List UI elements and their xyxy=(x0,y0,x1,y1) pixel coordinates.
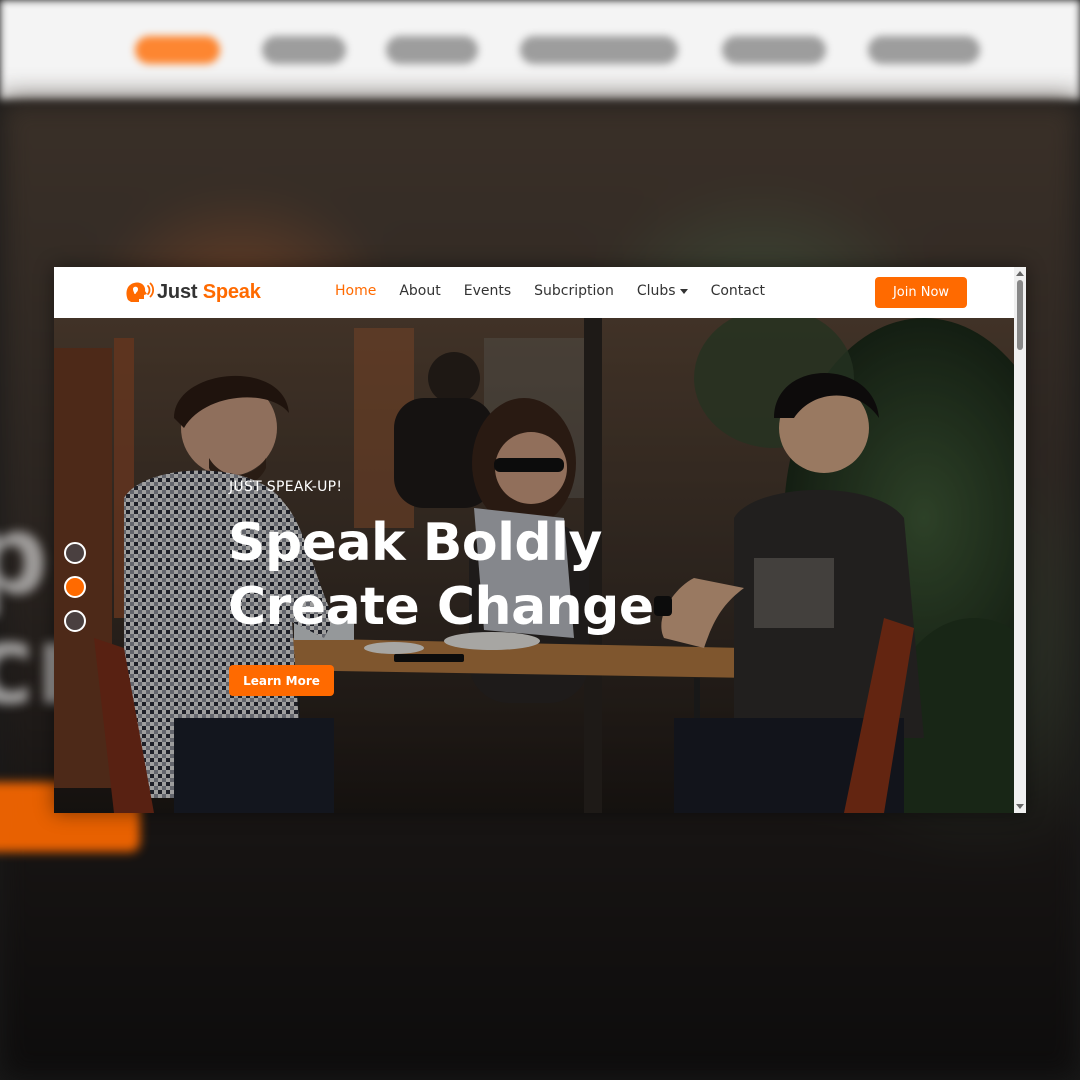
nav-subcription[interactable]: Subcription xyxy=(534,283,614,299)
nav-clubs-label: Clubs xyxy=(636,283,676,299)
carousel-dot-3[interactable] xyxy=(64,610,86,632)
carousel-dot-1[interactable] xyxy=(64,542,86,564)
vertical-scrollbar[interactable] xyxy=(1014,267,1026,813)
scroll-thumb[interactable] xyxy=(1017,280,1023,350)
scroll-down-arrow-icon[interactable] xyxy=(1016,804,1024,809)
nav-contact[interactable]: Contact xyxy=(711,283,765,299)
logo-word-just: Just xyxy=(157,280,198,303)
hero-headline-line1: Speak Boldly xyxy=(228,513,602,573)
nav-home[interactable]: Home xyxy=(335,283,376,299)
hero-headline: Speak Boldly Create Change xyxy=(228,511,654,639)
logo-word-speak: Speak xyxy=(202,280,261,303)
main-nav: Home About Events Subcription Clubs Cont… xyxy=(335,283,788,299)
hero-eyebrow: JUST SPEAK-UP! xyxy=(229,479,343,495)
nav-clubs-dropdown[interactable]: Clubs xyxy=(637,283,688,299)
caret-down-icon xyxy=(679,288,688,294)
hero-carousel: JUST SPEAK-UP! Speak Boldly Create Chang… xyxy=(54,318,1014,813)
speaking-head-logo-icon xyxy=(126,282,154,302)
scroll-up-arrow-icon[interactable] xyxy=(1016,271,1024,276)
browser-window: Just Speak Home About Events Subcription… xyxy=(54,267,1026,813)
nav-about[interactable]: About xyxy=(399,283,440,299)
hero-headline-line2: Create Change xyxy=(228,577,654,637)
join-now-button[interactable]: Join Now xyxy=(875,277,967,308)
carousel-dot-2-active[interactable] xyxy=(64,576,86,598)
nav-events[interactable]: Events xyxy=(464,283,511,299)
backdrop-navbar xyxy=(0,0,1080,100)
learn-more-button[interactable]: Learn More xyxy=(229,665,334,696)
logo[interactable]: Just Speak xyxy=(124,280,261,304)
navbar: Just Speak Home About Events Subcription… xyxy=(54,267,1014,318)
